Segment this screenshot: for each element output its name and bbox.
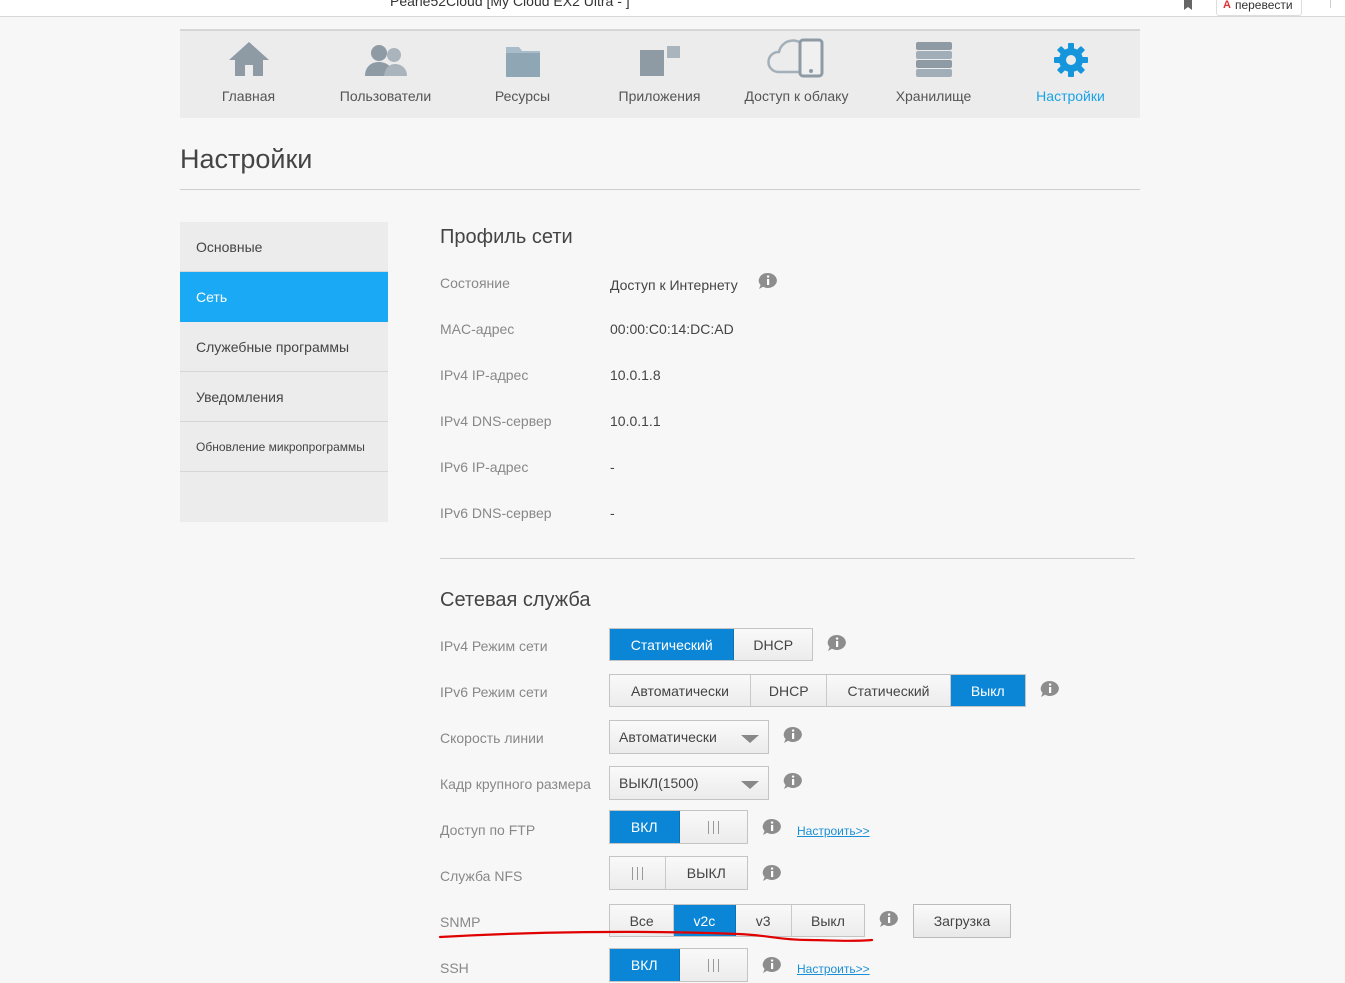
sidebar-item-utilities[interactable]: Служебные программы: [180, 322, 388, 372]
ipv4-address-value: 10.0.1.8: [610, 367, 661, 383]
ipv6-mode-off[interactable]: Выкл: [950, 675, 1025, 706]
nav-users[interactable]: Пользователи: [317, 31, 454, 118]
ssh-toggle-state: ВКЛ: [610, 949, 680, 981]
ipv6-mode-auto[interactable]: Автоматически: [610, 675, 751, 706]
ipv6-mode-static[interactable]: Статический: [827, 675, 951, 706]
info-icon[interactable]: [879, 910, 899, 928]
translate-label: перевести: [1234, 0, 1293, 12]
page-title: Настройки: [180, 144, 313, 174]
nav-shares[interactable]: Ресурсы: [454, 31, 591, 118]
users-icon: [362, 38, 410, 78]
home-icon: [227, 38, 271, 78]
ipv4-mode-static[interactable]: Статический: [610, 629, 735, 660]
info-icon[interactable]: [783, 772, 803, 790]
jumbo-frame-value: ВЫКЛ(1500): [619, 775, 699, 791]
browser-menu-icon[interactable]: [1330, 0, 1345, 8]
nav-cloud-access[interactable]: Доступ к облаку: [728, 31, 865, 118]
ipv4-address-label: IPv4 IP-адрес: [440, 367, 529, 383]
ssh-label: SSH: [440, 960, 469, 976]
nav-label-users: Пользователи: [339, 88, 432, 104]
nav-settings[interactable]: Настройки: [1002, 31, 1139, 118]
folder-icon: [505, 38, 541, 78]
nav-label-shares: Ресурсы: [494, 88, 551, 104]
sidebar-item-notifications[interactable]: Уведомления: [180, 372, 388, 422]
chevron-down-icon: [741, 735, 759, 743]
title-divider: [180, 189, 1140, 190]
info-icon[interactable]: [762, 864, 782, 882]
chevron-down-icon: [741, 781, 759, 789]
nfs-label: Служба NFS: [440, 868, 523, 884]
bookmark-star-icon[interactable]: [1181, 0, 1195, 11]
network-profile-title: Профиль сети: [440, 226, 573, 248]
link-speed-label: Скорость линии: [440, 730, 544, 746]
nav-label-home: Главная: [221, 88, 276, 104]
info-icon[interactable]: [758, 272, 778, 290]
ipv4-mode-switch: Статический DHCP: [609, 628, 813, 661]
status-label: Состояние: [440, 275, 510, 291]
network-service-title: Сетевая служба: [440, 589, 591, 611]
browser-titlebar: Pearle52Cloud [My Cloud EX2 Ultra - ] A …: [0, 0, 1345, 17]
ftp-label: Доступ по FTP: [440, 822, 536, 838]
info-icon[interactable]: [783, 726, 803, 744]
ipv6-mode-dhcp[interactable]: DHCP: [750, 675, 828, 706]
nav-label-apps: Приложения: [618, 88, 701, 104]
nav-label-storage: Хранилище: [895, 88, 972, 104]
ssh-configure-link[interactable]: Настроить>>: [797, 962, 870, 976]
mac-address-value: 00:00:C0:14:DC:AD: [610, 321, 734, 337]
settings-sidebar: Основные Сеть Служебные программы Уведом…: [180, 222, 388, 522]
link-speed-select[interactable]: Автоматически: [609, 720, 769, 754]
jumbo-frame-select[interactable]: ВЫКЛ(1500): [609, 766, 769, 800]
nfs-toggle-state: ВЫКЛ: [665, 857, 747, 889]
sidebar-item-network[interactable]: Сеть: [180, 272, 388, 322]
toggle-grip-icon: [679, 811, 747, 843]
gear-icon: [1053, 38, 1089, 78]
ipv4-mode-dhcp[interactable]: DHCP: [734, 629, 812, 660]
ipv6-address-value: -: [610, 459, 615, 475]
jumbo-frame-label: Кадр крупного размера: [440, 776, 591, 792]
ipv6-address-label: IPv6 IP-адрес: [440, 459, 529, 475]
nav-storage[interactable]: Хранилище: [865, 31, 1002, 118]
ipv6-mode-label: IPv6 Режим сети: [440, 684, 548, 700]
translate-button[interactable]: A перевести: [1216, 0, 1302, 16]
ipv4-dns-value: 10.0.1.1: [610, 413, 661, 429]
ipv4-mode-label: IPv4 Режим сети: [440, 638, 548, 654]
ftp-configure-link[interactable]: Настроить>>: [797, 824, 870, 838]
info-icon[interactable]: [827, 634, 847, 652]
ssh-toggle[interactable]: ВКЛ: [609, 948, 748, 982]
info-icon[interactable]: [762, 956, 782, 974]
browser-tab-title: Pearle52Cloud [My Cloud EX2 Ultra - ]: [390, 0, 630, 9]
nfs-toggle[interactable]: ВЫКЛ: [609, 856, 748, 890]
nav-label-settings: Настройки: [1036, 88, 1105, 104]
snmp-download-button[interactable]: Загрузка: [913, 904, 1011, 938]
main-nav: Главная Пользователи Ресурсы Приложения …: [180, 29, 1140, 118]
toggle-grip-icon: [679, 949, 747, 981]
storage-icon: [914, 38, 954, 78]
toggle-grip-icon: [610, 857, 666, 889]
red-annotation-underline: [438, 930, 874, 942]
link-speed-value: Автоматически: [619, 729, 717, 745]
ipv6-dns-label: IPv6 DNS-сервер: [440, 505, 552, 521]
sidebar-item-general[interactable]: Основные: [180, 222, 388, 272]
info-icon[interactable]: [1040, 680, 1060, 698]
nav-home[interactable]: Главная: [180, 31, 317, 118]
sidebar-item-firmware-update[interactable]: Обновление микропрограммы: [180, 422, 388, 472]
nav-apps[interactable]: Приложения: [591, 31, 728, 118]
ipv6-dns-value: -: [610, 505, 615, 521]
mac-address-label: MAC-адрес: [440, 321, 515, 337]
nav-label-cloud-access: Доступ к облаку: [744, 88, 849, 104]
cloud-access-icon: [766, 38, 828, 78]
apps-icon: [638, 38, 682, 78]
section-divider: [440, 558, 1135, 559]
ftp-toggle-state: ВКЛ: [610, 811, 680, 843]
ipv6-mode-switch: Автоматически DHCP Статический Выкл: [609, 674, 1026, 707]
status-value: Доступ к Интернету: [610, 277, 738, 293]
translate-icon: A: [1223, 0, 1231, 11]
ipv4-dns-label: IPv4 DNS-сервер: [440, 413, 552, 429]
ftp-toggle[interactable]: ВКЛ: [609, 810, 748, 844]
info-icon[interactable]: [762, 818, 782, 836]
